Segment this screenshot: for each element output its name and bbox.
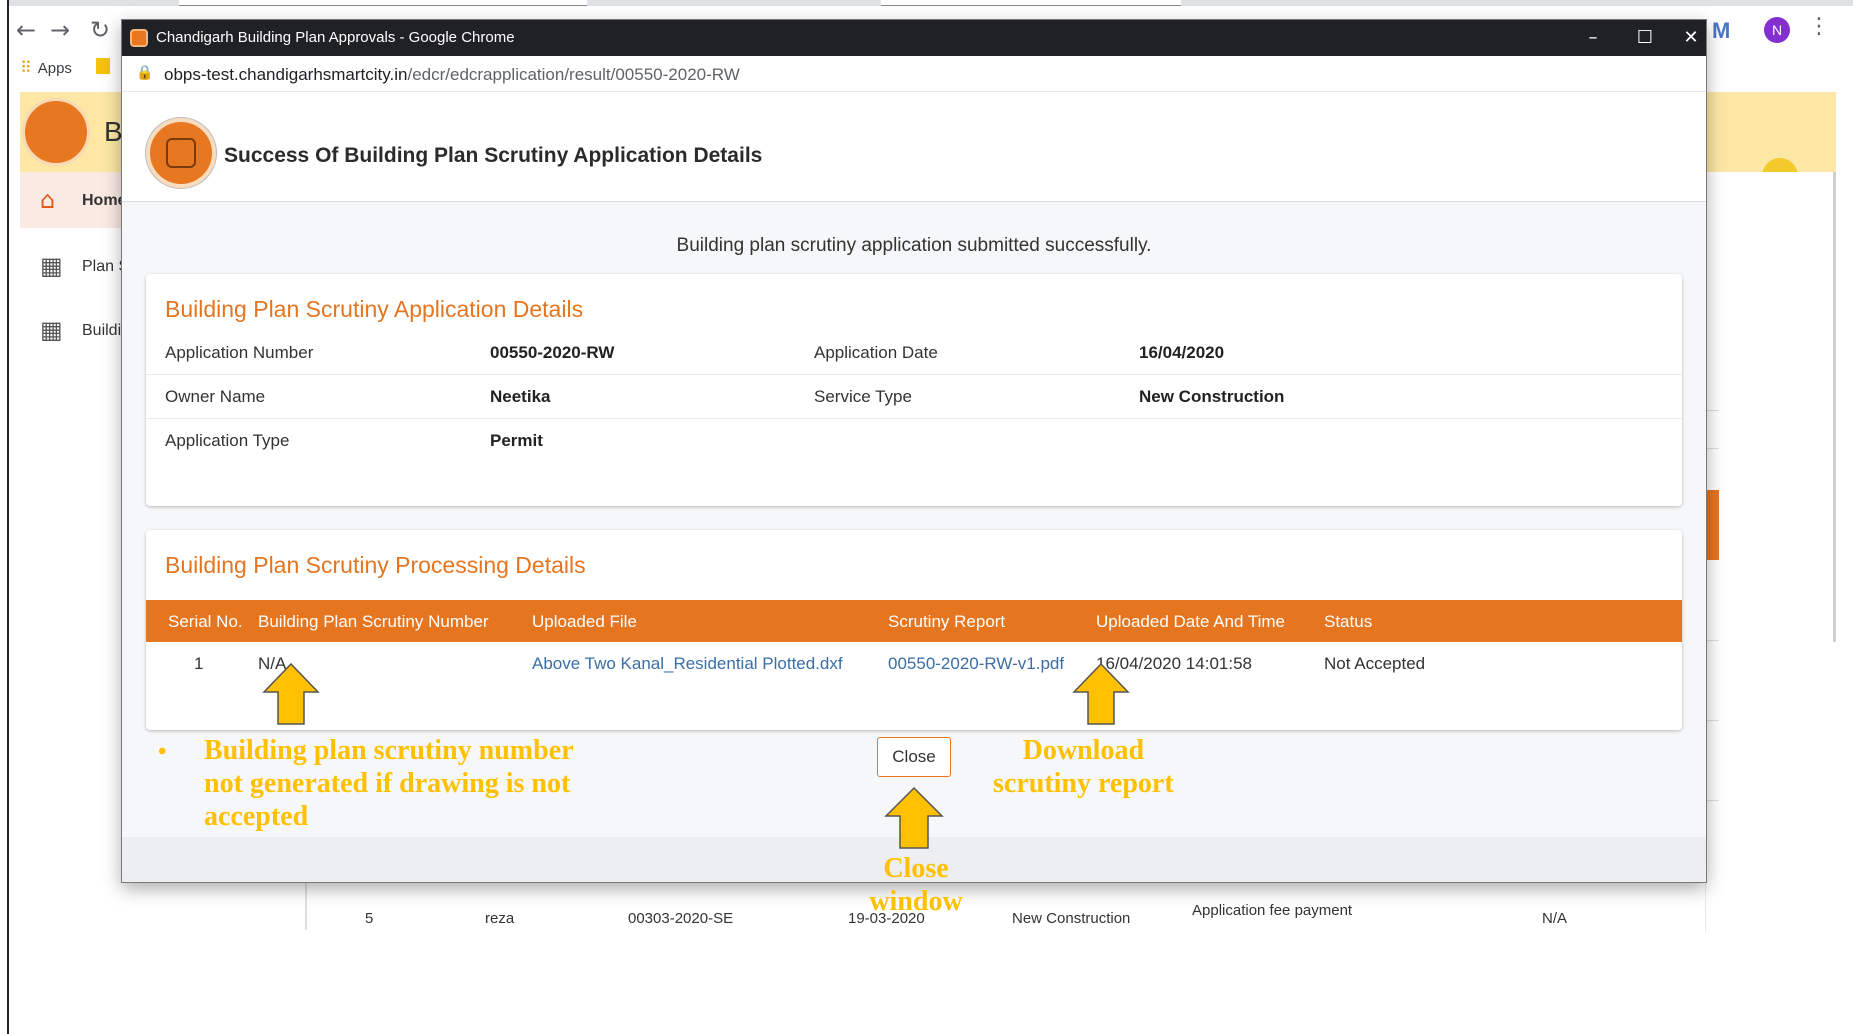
back-icon[interactable]: ← [16,16,36,44]
scrutiny-report-link[interactable]: 00550-2020-RW-v1.pdf [888,654,1064,674]
row-last-column: N/A [1542,910,1568,927]
annotation-download-note: Download scrutiny report [993,734,1174,800]
background-table-header-edge [1705,490,1719,560]
annotation-line: Building plan scrutiny number [204,735,574,766]
address-bar[interactable]: 🔒 obps-test.chandigarhsmartcity.in/edcr/… [122,56,1706,92]
browser-menu-icon[interactable]: ⋮ [1808,14,1830,39]
annotation-line: accepted [204,801,309,832]
url-host: obps-test.chandigarhsmartcity.in [164,65,408,84]
reload-icon[interactable]: ↻ [90,16,110,44]
application-type-label: Application Type [165,431,290,450]
apps-label: Apps [37,60,72,77]
column-header-serial: Serial No. [168,612,243,631]
table-header: Serial No. Building Plan Scrutiny Number… [146,600,1682,642]
owner-name-label: Owner Name [165,387,266,406]
left-border [7,0,9,1034]
background-table-row[interactable]: 5 reza 00303-2020-SE 19-03-2020 New Cons… [320,902,1680,932]
bookmark-folder-icon[interactable] [96,58,110,74]
annotation-arrow-up-icon [884,786,944,849]
sidebar-item-label: Buildi [82,322,122,339]
annotation-scrutiny-number-note: Building plan scrutiny number not genera… [204,734,574,833]
background-tab-strip [9,0,1853,6]
annotation-line: not generated if drawing is not [204,768,571,799]
annotation-close-note: Close window [860,852,972,918]
site-favicon-icon [130,29,148,47]
lock-icon: 🔒 [136,65,154,81]
cell-status: Not Accepted [1324,654,1426,673]
application-number-label: Application Number [165,343,314,362]
annotation-line: Download [1022,735,1145,766]
apps-bookmark[interactable]: ⠿ Apps [20,58,72,77]
window-title: Chandigarh Building Plan Approvals - Goo… [156,29,515,46]
maximize-icon[interactable]: ☐ [1622,24,1668,52]
background-row-divider [1705,448,1719,449]
close-window-icon[interactable]: ✕ [1668,24,1706,52]
background-tab[interactable] [881,0,1181,6]
column-header-uploaded-file: Uploaded File [532,612,637,631]
apps-grid-icon: ⠿ [20,58,32,77]
url-path: /edcr/edcrapplication/result/00550-2020-… [407,65,740,84]
processing-details-card: Building Plan Scrutiny Processing Detail… [146,530,1682,730]
annotation-arrow-up-icon [1072,662,1130,725]
popup-title-bar[interactable]: Chandigarh Building Plan Approvals - Goo… [122,20,1706,56]
uploaded-file-link[interactable]: Above Two Kanal_Residential Plotted.dxf [532,654,843,674]
gmail-icon[interactable]: M [1712,18,1730,44]
row-status: Application fee payment [1192,902,1353,919]
chandigarh-logo [146,118,216,188]
background-app-title: B [104,116,123,147]
detail-row: Application Type Permit [146,419,1682,463]
owner-name-value: Neetika [490,387,551,406]
minimize-icon[interactable]: – [1570,24,1616,52]
annotation-line: window [869,886,963,917]
profile-avatar[interactable]: N [1764,17,1790,43]
column-header-scrutiny-number: Building Plan Scrutiny Number [258,612,489,631]
row-name: reza [485,910,515,927]
annotation-bullet: • [158,739,167,765]
background-row-divider [1705,410,1719,411]
page-title: Success Of Building Plan Scrutiny Applic… [224,144,763,167]
background-right-panel [1705,172,1835,932]
close-button[interactable]: Close [877,737,951,777]
home-icon: ⌂ [40,186,56,214]
background-scrollbar[interactable] [1833,172,1836,642]
background-row-divider [1705,720,1719,721]
application-date-value: 16/04/2020 [1139,343,1225,362]
url-text[interactable]: obps-test.chandigarhsmartcity.in/edcr/ed… [164,65,740,85]
logo-hand-emblem [166,138,196,168]
service-type-label: Service Type [814,387,912,406]
background-row-divider [1705,800,1719,801]
annotation-line: Close [883,853,949,884]
column-header-uploaded-date: Uploaded Date And Time [1096,612,1286,631]
card-title: Building Plan Scrutiny Application Detai… [165,296,584,322]
cell-serial: 1 [194,654,204,673]
background-row-divider [1705,640,1719,641]
column-header-scrutiny-report: Scrutiny Report [888,612,1006,631]
column-header-status: Status [1324,612,1373,631]
screenshot-stage: ← → ↻ ⠿ Apps M N ⋮ B ⌂ Home ▦ Plan S ▦ Bu… [0,0,1853,1034]
application-number-value: 00550-2020-RW [490,343,615,362]
background-tab[interactable] [179,0,587,6]
card-title: Building Plan Scrutiny Processing Detail… [165,552,586,578]
row-application-number: 00303-2020-SE [628,910,734,927]
row-serial: 5 [365,910,374,927]
annotation-arrow-up-icon [262,662,320,725]
application-details-card: Building Plan Scrutiny Application Detai… [146,274,1682,506]
row-service-type: New Construction [1012,910,1131,927]
page-header: Success Of Building Plan Scrutiny Applic… [122,92,1706,202]
building-icon: ▦ [40,252,63,280]
service-type-value: New Construction [1139,387,1285,406]
table-row: 1 N/A Above Two Kanal_Residential Plotte… [146,642,1682,686]
building-icon: ▦ [40,316,63,344]
application-date-label: Application Date [814,343,938,362]
application-type-value: Permit [490,431,543,450]
annotation-line: scrutiny report [993,768,1174,799]
sidebar-item-label: Home [82,192,127,209]
forward-icon[interactable]: → [50,16,70,44]
success-message: Building plan scrutiny application submi… [676,235,1152,256]
detail-row: Application Number 00550-2020-RW Applica… [146,331,1682,375]
background-app-logo [22,98,90,166]
detail-row: Owner Name Neetika Service Type New Cons… [146,375,1682,419]
